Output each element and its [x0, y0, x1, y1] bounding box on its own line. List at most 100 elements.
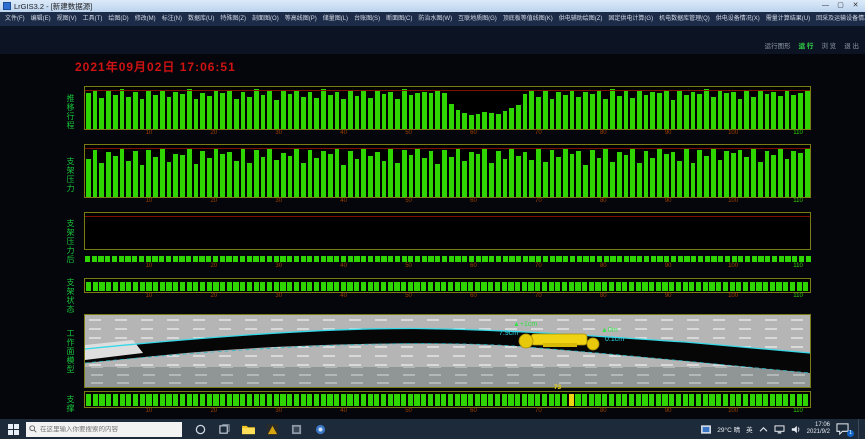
floor-strata-pattern [85, 367, 810, 387]
close-icon[interactable]: ✕ [848, 1, 863, 11]
status-square [489, 256, 494, 262]
bar [402, 89, 407, 129]
toolbar-item[interactable]: 退 出 [844, 40, 859, 50]
bar [516, 105, 521, 129]
menu-item[interactable]: 剖面图(O) [249, 12, 282, 26]
app-icon-yellow[interactable] [260, 419, 284, 439]
bar [167, 162, 172, 197]
status-square [354, 282, 359, 291]
menu-item[interactable]: 绘图(D) [105, 12, 131, 26]
axis-tick: 50 [405, 293, 412, 299]
face-model-view: ▲+1cm 7.9cm ▲0m 0.1cm [84, 314, 811, 388]
main-canvas: 运行图形运 行浏 览退 出 2021年09月02日 17:06:51 推移行程 … [0, 26, 865, 419]
axis-tick: 10 [146, 198, 153, 204]
ime-indicator[interactable]: 英 [746, 424, 753, 434]
bar [597, 158, 602, 197]
menu-item[interactable]: 需量计算结果(U) [763, 12, 813, 26]
status-square [173, 256, 178, 262]
bar [550, 99, 555, 129]
status-square [743, 394, 748, 406]
status-square [516, 256, 521, 262]
axis-tick: 40 [340, 263, 347, 269]
search-input[interactable] [40, 426, 170, 433]
toolbar-item[interactable]: 运行图形 [765, 40, 791, 50]
menu-item[interactable]: 修改(M) [132, 12, 159, 26]
menu-item[interactable]: 工具(T) [80, 12, 106, 26]
status-square [563, 256, 568, 262]
menu-item[interactable]: 回采及运输设备情况(Y) [813, 12, 865, 26]
axis-tick: 110 [793, 408, 803, 414]
volume-icon[interactable] [791, 425, 801, 434]
status-square [698, 256, 703, 262]
bar [529, 91, 534, 129]
clock[interactable]: 17:06 2021/9/2 [807, 422, 830, 436]
status-square [589, 394, 594, 406]
shearer-drum-right [587, 338, 599, 350]
status-square [254, 282, 259, 291]
cortana-icon[interactable] [188, 419, 212, 439]
start-button[interactable] [0, 419, 26, 439]
menu-item[interactable]: 防治水图(W) [415, 12, 455, 26]
notification-center-icon[interactable]: 1 [836, 422, 852, 436]
axis-tick: 60 [470, 198, 477, 204]
menu-item[interactable]: 文件(F) [2, 12, 28, 26]
menu-item[interactable]: 视图(V) [54, 12, 80, 26]
chevron-up-icon[interactable] [759, 426, 768, 433]
app-icon-gray[interactable] [284, 419, 308, 439]
status-square [247, 394, 252, 406]
status-square [193, 282, 198, 291]
menu-item[interactable]: 编辑(E) [28, 12, 54, 26]
menu-item[interactable]: 标注(N) [159, 12, 185, 26]
bar [765, 151, 770, 197]
bar [126, 161, 131, 197]
minimize-icon[interactable]: — [818, 1, 833, 11]
status-square [119, 256, 124, 262]
menu-item[interactable]: 顶底板等值线图(K) [500, 12, 556, 26]
menu-item[interactable]: 断面图(C) [383, 12, 415, 26]
status-square [449, 256, 454, 262]
status-square [421, 394, 426, 406]
status-square [361, 394, 366, 406]
status-square [536, 256, 541, 262]
toolbar-item[interactable]: 浏 览 [821, 40, 836, 50]
show-desktop-strip[interactable] [858, 419, 861, 439]
status-square [160, 282, 165, 291]
axis-tick: 50 [405, 263, 412, 269]
status-square [657, 256, 662, 262]
bar [529, 160, 534, 197]
menu-item[interactable]: 数据库(U) [185, 12, 217, 26]
task-view-icon[interactable] [212, 419, 236, 439]
menu-item[interactable]: 特殊图(Z) [217, 12, 249, 26]
status-square [428, 394, 433, 406]
bar [469, 152, 474, 197]
axis-tick: 40 [340, 130, 347, 136]
menu-item[interactable]: 供电设备情况(X) [713, 12, 763, 26]
status-square [213, 394, 218, 406]
tray-app-icon[interactable] [701, 425, 711, 434]
drum-height-annotation: ▲+1cm [513, 321, 537, 328]
weather-status[interactable]: 29°C 晴 [717, 424, 740, 434]
status-square [86, 282, 91, 291]
status-square [408, 282, 413, 291]
menu-item[interactable]: 供电辅助绘图(Z) [556, 12, 606, 26]
taskbar-search-box[interactable] [26, 422, 182, 437]
menu-item[interactable]: 互联地质图(G) [455, 12, 500, 26]
status-square [267, 394, 272, 406]
menu-item[interactable]: 台账图(S) [351, 12, 383, 26]
app-icon-blue[interactable] [308, 419, 332, 439]
status-square [301, 282, 306, 291]
file-explorer-icon[interactable] [236, 419, 260, 439]
status-square [455, 282, 460, 291]
menu-item[interactable]: 等高线图(P) [282, 12, 320, 26]
bar [368, 98, 373, 129]
axis-tick: 110 [793, 130, 803, 136]
maximize-icon[interactable]: ▢ [833, 1, 848, 11]
status-square [361, 282, 366, 291]
menu-item[interactable]: 储量图(L) [320, 12, 351, 26]
network-icon[interactable] [774, 425, 785, 434]
toolbar-item[interactable]: 运 行 [799, 40, 814, 50]
application-window: LrGIS3.2 - [新建数据源] — ▢ ✕ 文件(F)编辑(E)视图(V)… [0, 0, 865, 439]
menu-item[interactable]: 机电数据库管理(Q) [656, 12, 713, 26]
status-square [736, 394, 741, 406]
menu-item[interactable]: 固定供电计算(G) [605, 12, 656, 26]
